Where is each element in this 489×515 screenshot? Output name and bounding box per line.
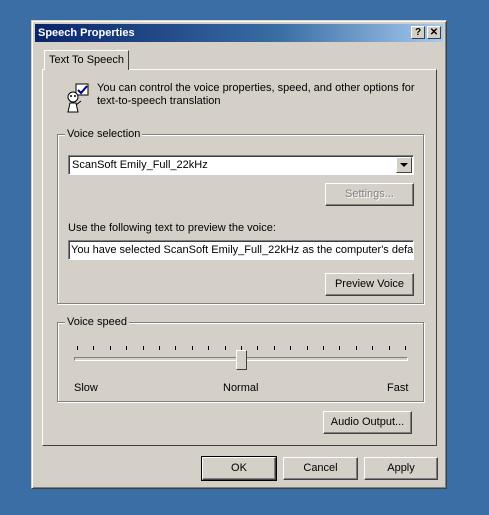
cancel-button[interactable]: Cancel	[283, 457, 358, 480]
speech-agent-icon	[65, 82, 91, 114]
chevron-down-icon	[400, 163, 408, 167]
speed-mid-label: Normal	[223, 382, 259, 394]
speed-tick	[257, 346, 259, 350]
tab-panel: You can control the voice properties, sp…	[42, 69, 437, 446]
speed-tick	[372, 346, 374, 350]
speed-tick	[208, 346, 210, 350]
speed-tick	[191, 346, 193, 350]
settings-button[interactable]: Settings...	[325, 183, 414, 206]
speed-tick	[323, 346, 324, 350]
voice-selection-group: Voice selection ScanSoft Emily_Full_22kH…	[57, 128, 424, 304]
speed-tick	[175, 346, 177, 350]
voice-speed-label: Voice speed	[65, 316, 129, 328]
preview-prompt: Use the following text to preview the vo…	[68, 222, 276, 234]
preview-voice-button[interactable]: Preview Voice	[325, 273, 414, 296]
ok-button[interactable]: OK	[201, 456, 277, 481]
selected-voice: ScanSoft Emily_Full_22kHz	[72, 159, 208, 171]
speed-tick	[126, 346, 128, 350]
intro-text: You can control the voice properties, sp…	[97, 82, 415, 107]
tab-label: Text To Speech	[49, 54, 125, 66]
voice-dropdown[interactable]: ScanSoft Emily_Full_22kHz	[68, 155, 414, 175]
speed-max-label: Fast	[387, 382, 409, 394]
speed-slider-thumb[interactable]	[236, 350, 247, 370]
dropdown-arrow-button[interactable]	[396, 157, 412, 173]
help-button[interactable]: ?	[411, 26, 425, 39]
speed-tick	[142, 346, 144, 350]
speed-tick	[405, 346, 406, 350]
preview-text-value: You have selected ScanSoft Emily_Full_22…	[71, 244, 414, 256]
speech-properties-dialog: Speech Properties ? ✕ Text To Speech You…	[31, 20, 447, 489]
voice-selection-label: Voice selection	[65, 128, 143, 140]
close-button[interactable]: ✕	[427, 26, 441, 39]
window-title: Speech Properties	[38, 27, 135, 39]
speed-tick	[339, 346, 341, 350]
speed-tick	[159, 346, 160, 350]
speed-tick	[109, 346, 111, 350]
audio-output-button[interactable]: Audio Output...	[323, 411, 412, 434]
desktop-background	[0, 0, 489, 18]
speed-tick	[273, 346, 275, 350]
preview-text-field[interactable]: You have selected ScanSoft Emily_Full_22…	[68, 240, 414, 260]
speed-min-label: Slow	[74, 382, 98, 394]
speed-tick	[224, 346, 226, 350]
tab-text-to-speech[interactable]: Text To Speech	[44, 50, 129, 70]
apply-button[interactable]: Apply	[364, 457, 438, 480]
speed-tick	[93, 346, 95, 350]
speed-tick	[355, 346, 357, 350]
speed-tick	[77, 346, 78, 350]
speed-tick	[290, 346, 292, 350]
speed-tick	[388, 346, 390, 350]
title-bar[interactable]: Speech Properties ? ✕	[35, 24, 443, 42]
voice-speed-group: Voice speed Slow Normal Fast	[57, 316, 424, 402]
speed-tick	[306, 346, 308, 350]
